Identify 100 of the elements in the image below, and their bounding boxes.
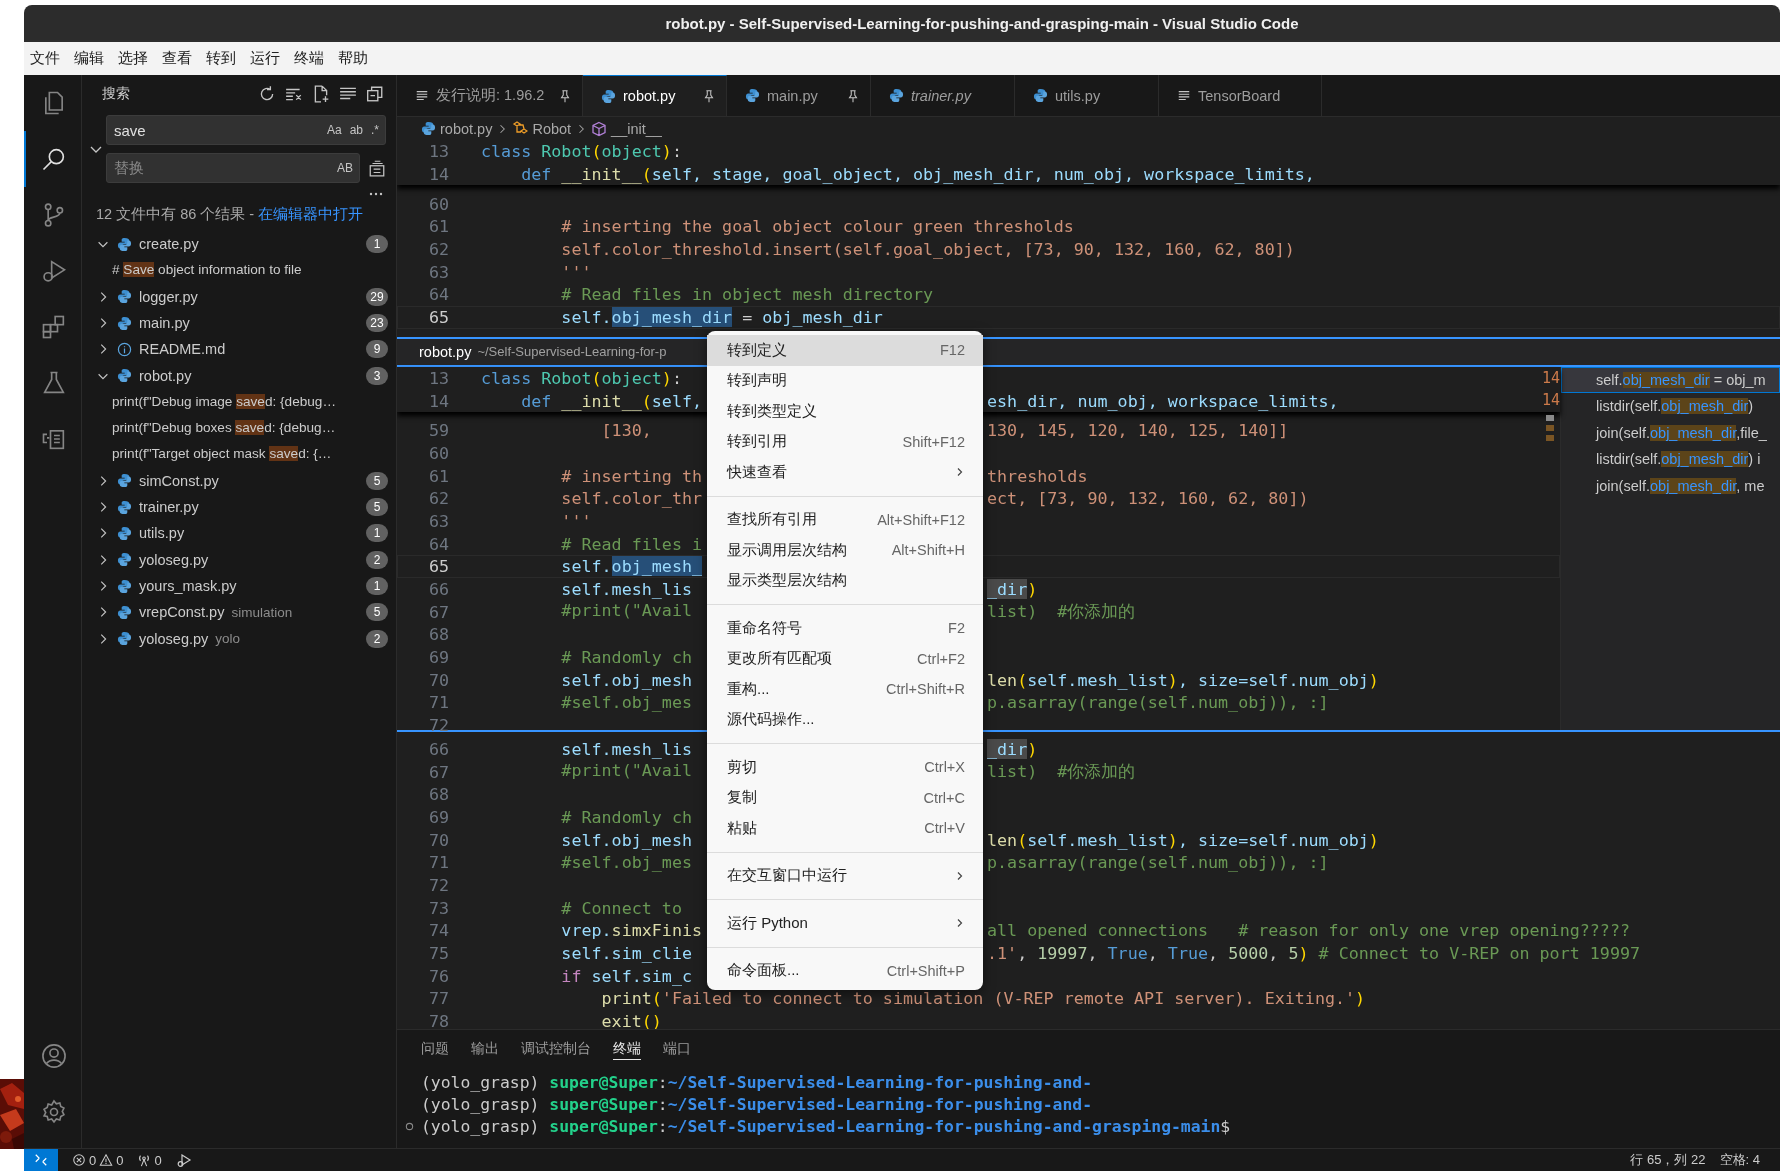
menu-item[interactable]: 选择: [115, 47, 155, 70]
line-number: 71: [427, 692, 449, 713]
code-line: self.mesh_lis: [560, 738, 692, 759]
open-in-editor-link[interactable]: 在编辑器中打开: [258, 206, 364, 222]
match-count: 3: [366, 366, 388, 385]
menu-item[interactable]: 显示调用层次结构 Alt+Shift+H: [707, 535, 983, 566]
menu-item[interactable]: 在交互窗口中运行: [707, 860, 983, 891]
match-line[interactable]: # Save object information to file: [82, 257, 396, 284]
indentation-status[interactable]: 空格: 4: [1719, 1151, 1760, 1169]
file-result[interactable]: main.py 23: [82, 309, 396, 337]
panel-tab[interactable]: 问题: [421, 1040, 449, 1059]
panel-tab[interactable]: 调试控制台: [521, 1040, 591, 1059]
editor-tab[interactable]: robot.py: [583, 75, 727, 116]
replace-all-icon[interactable]: [368, 159, 386, 177]
debug-icon[interactable]: [175, 1152, 192, 1168]
menu-item[interactable]: 运行: [247, 47, 287, 70]
menu-item[interactable]: 转到类型定义: [707, 396, 983, 427]
reference-item[interactable]: listdir(self.obj_mesh_dir) i: [1561, 446, 1780, 473]
file-result[interactable]: yoloseg.py 2: [82, 546, 396, 573]
editor-tab[interactable]: TensorBoard: [1159, 75, 1322, 116]
file-result[interactable]: README.md 9: [82, 336, 396, 363]
command-marker-icon[interactable]: [404, 1121, 414, 1131]
menu-item[interactable]: 复制 Ctrl+C: [707, 782, 983, 813]
menu-item[interactable]: 查找所有引用 Alt+Shift+F12: [707, 504, 983, 535]
panel-tab[interactable]: 输出: [471, 1040, 499, 1059]
menu-item[interactable]: 更改所有匹配项 Ctrl+F2: [707, 643, 983, 674]
match-line[interactable]: print(f"Debug boxes saved: {debug…: [82, 415, 396, 442]
menu-item[interactable]: 查看: [159, 47, 199, 70]
new-file-icon[interactable]: [312, 85, 330, 103]
file-result[interactable]: trainer.py 5: [82, 493, 396, 521]
menu-item[interactable]: 文件: [27, 47, 67, 70]
editor-tab[interactable]: main.py: [727, 75, 871, 116]
code-line: vrep.simxFinis: [560, 920, 703, 941]
option-toggle[interactable]: Aa: [326, 123, 342, 137]
match-line[interactable]: print(f"Target object mask saved: {…: [82, 441, 396, 468]
terminal-line: (yolo_grasp) super@Super:~/Self-Supervised-Learning-for-pushing-and-: [421, 1072, 1093, 1092]
remote-button[interactable]: [24, 1149, 58, 1171]
error-icon: [72, 1153, 86, 1167]
code-line: def __init__(self, stage, goal_object, obj_mesh_dir, num_obj, workspace_limits,: [520, 164, 1315, 185]
search-field[interactable]: save Aa ab .*: [106, 115, 386, 145]
menu-item[interactable]: 快速查看: [707, 457, 983, 488]
menu-item[interactable]: 转到声明: [707, 365, 983, 396]
editor-tab[interactable]: trainer.py: [871, 75, 1015, 116]
menu-item[interactable]: 转到定义 F12: [707, 335, 983, 366]
refresh-icon[interactable]: [258, 85, 276, 103]
reference-item[interactable]: listdir(self.obj_mesh_dir): [1561, 393, 1780, 420]
menu-item[interactable]: 重构... Ctrl+Shift+R: [707, 674, 983, 705]
match-line[interactable]: print(f"Debug image saved: {debug…: [82, 388, 396, 416]
file-result[interactable]: utils.py 1: [82, 520, 396, 547]
menu-item[interactable]: 转到引用 Shift+F12: [707, 426, 983, 457]
menu-item[interactable]: 终端: [291, 47, 331, 70]
pin-icon[interactable]: [702, 89, 716, 103]
menu-item[interactable]: 源代码操作...: [707, 704, 983, 735]
option-toggle[interactable]: ab: [349, 123, 363, 137]
code-line: def __init__(self,: [520, 390, 703, 411]
file-result[interactable]: create.py 1: [82, 231, 396, 258]
file-result[interactable]: vrepConst.py simulation 5: [82, 599, 396, 626]
replace-field[interactable]: 替换 AB: [106, 153, 360, 183]
pin-icon[interactable]: [846, 88, 860, 103]
menu-item[interactable]: 帮助: [335, 47, 375, 70]
reference-item[interactable]: join(self.obj_mesh_dir,file_: [1561, 419, 1780, 446]
collapse-all-icon[interactable]: [366, 85, 384, 103]
menu-item[interactable]: 重命名符号 F2: [707, 613, 983, 644]
problems-status[interactable]: 0 0: [72, 1152, 124, 1168]
pin-icon[interactable]: [558, 88, 572, 103]
code-line: len(self.mesh_list), size=self.num_obj): [987, 669, 1379, 690]
reference-item[interactable]: self.obj_mesh_dir = obj_m: [1561, 366, 1780, 393]
code-line: .1', 19997, True, True, 5000, 5) # Connect to V-REP on port 19997: [987, 943, 1641, 964]
file-result[interactable]: robot.py 3: [82, 362, 396, 389]
panel-tab[interactable]: 端口: [663, 1040, 691, 1059]
file-name: main.py: [139, 315, 190, 332]
file-result[interactable]: simConst.py 5: [82, 467, 396, 494]
line-number: 64: [427, 533, 449, 554]
editor-tab[interactable]: utils.py: [1015, 75, 1159, 116]
line-number: 60: [427, 193, 449, 214]
menu-item[interactable]: 显示类型层次结构: [707, 565, 983, 596]
line-number: 63: [427, 261, 449, 282]
code-line: list) #你添加的: [987, 760, 1136, 784]
ports-status[interactable]: 0: [137, 1152, 162, 1168]
menu-item[interactable]: 编辑: [71, 47, 111, 70]
file-result[interactable]: yours_mask.py 1: [82, 572, 396, 600]
code-line: if self.sim_c: [560, 965, 692, 986]
menu-item[interactable]: 剪切 Ctrl+X: [707, 752, 983, 783]
option-toggle[interactable]: AB: [337, 161, 353, 175]
menu-item[interactable]: 粘贴 Ctrl+V: [707, 813, 983, 844]
file-result[interactable]: yoloseg.py yolo 2: [82, 625, 396, 652]
panel-tab[interactable]: 终端: [613, 1040, 641, 1060]
menu-item[interactable]: 运行 Python: [707, 908, 983, 939]
menu-item[interactable]: 命令面板... Ctrl+Shift+P: [707, 955, 983, 986]
option-toggle[interactable]: .*: [371, 123, 379, 137]
cursor-position[interactable]: 行 65，列 22: [1630, 1151, 1706, 1169]
file-result[interactable]: logger.py 29: [82, 283, 396, 310]
match-count: 5: [366, 603, 388, 622]
reference-item[interactable]: join(self.obj_mesh_dir, me: [1561, 472, 1780, 499]
match-count: 9: [366, 340, 388, 359]
menu-item[interactable]: 转到: [203, 47, 243, 70]
more-icon[interactable]: [368, 191, 384, 197]
line-number: 68: [427, 624, 449, 645]
line-number: 76: [427, 965, 449, 986]
line-number: 72: [427, 874, 449, 895]
